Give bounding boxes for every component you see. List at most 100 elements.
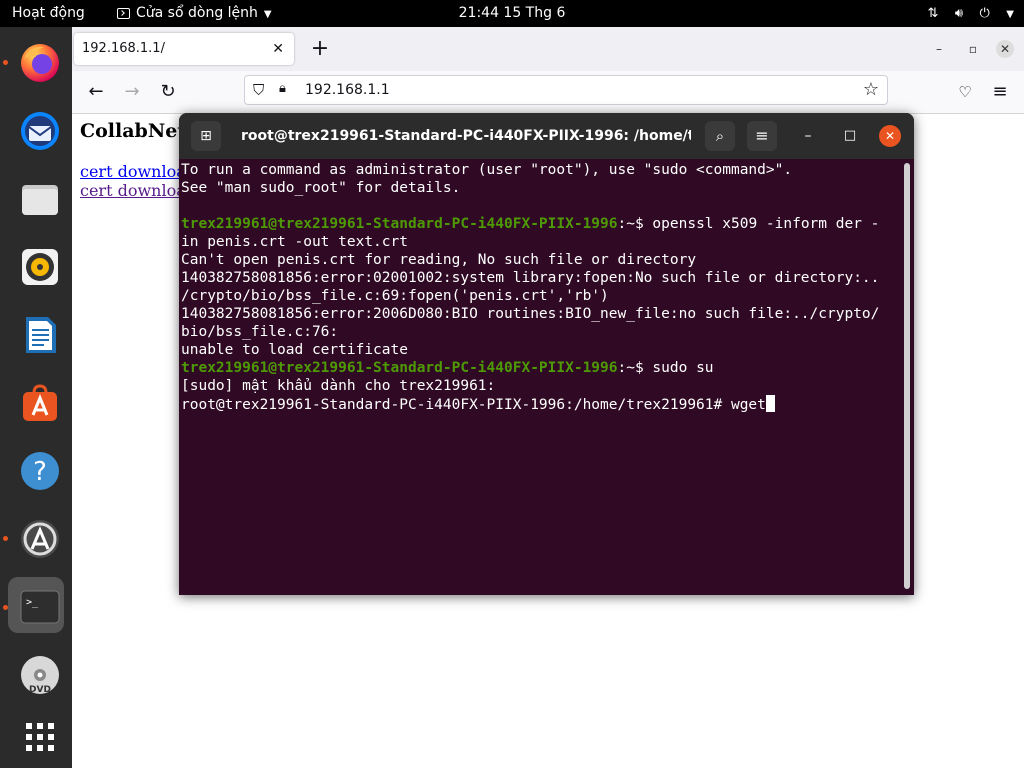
svg-text:DVD: DVD — [29, 685, 51, 695]
terminal-line-text: unable to load certificate — [181, 342, 408, 358]
shield-icon[interactable]: ⛉ — [253, 81, 264, 99]
dock-dvd[interactable]: DVD — [8, 647, 64, 703]
reload-button[interactable]: ↻ — [155, 79, 181, 105]
terminal-line-text: To run a command as administrator (user … — [181, 162, 793, 178]
prompt-separator: :~$ — [617, 216, 653, 232]
dock-rhythmbox[interactable] — [8, 239, 64, 295]
app-menu-label: Cửa sổ dòng lệnh — [136, 5, 258, 21]
dock-thunderbird[interactable] — [8, 103, 64, 159]
navigation-toolbar: ← → ↻ ⛉ 🔒︎ 192.168.1.1 ☆ ♡ ≡ — [72, 71, 1024, 114]
thunderbird-icon — [21, 112, 59, 150]
firefox-icon — [21, 44, 59, 82]
terminal-line-text: sudo su — [652, 360, 714, 376]
terminal-line: /crypto/bio/bss_file.c:69:fopen('penis.c… — [181, 287, 901, 305]
scrollbar[interactable] — [904, 163, 910, 589]
dock: ? >_ DVD — [0, 27, 72, 768]
maximize-button[interactable]: □ — [839, 125, 861, 147]
minimize-button[interactable]: – — [797, 125, 819, 147]
top-bar: Hoạt động Cửa sổ dòng lệnh ▼ 21:44 15 Thg… — [0, 0, 1024, 27]
terminal-line: in penis.crt -out text.crt — [181, 233, 901, 251]
tab-bar: 192.168.1.1/ ✕ + – ▫ ✕ — [72, 27, 1024, 71]
terminal-line-text: bio/bss_file.c:76: — [181, 324, 339, 340]
terminal-line-text: in penis.crt -out text.crt — [181, 234, 408, 250]
updater-icon — [21, 520, 59, 558]
terminal-line: unable to load certificate — [181, 341, 901, 359]
bookmark-star-icon[interactable]: ☆ — [863, 79, 879, 100]
terminal-title: root@trex219961-Standard-PC-i440FX-PIIX-… — [241, 128, 691, 144]
files-icon — [22, 185, 58, 215]
svg-text:?: ? — [33, 457, 47, 487]
terminal-line-text: [sudo] mật khẩu dành cho trex219961: — [181, 378, 496, 394]
pocket-icon[interactable]: ♡ — [952, 79, 978, 105]
dock-files[interactable] — [8, 171, 64, 227]
terminal-line: trex219961@trex219961-Standard-PC-i440FX… — [181, 359, 901, 377]
terminal-line: bio/bss_file.c:76: — [181, 323, 901, 341]
power-icon[interactable]: ⏻ — [980, 0, 990, 27]
dock-writer[interactable] — [8, 307, 64, 363]
chevron-down-icon[interactable]: ▼ — [1006, 1, 1014, 28]
software-icon — [23, 384, 57, 421]
minimize-button[interactable]: – — [930, 40, 948, 58]
url-bar[interactable]: ⛉ 🔒︎ 192.168.1.1 ☆ — [244, 75, 888, 105]
writer-icon — [26, 317, 56, 353]
hamburger-menu-icon[interactable]: ≡ — [747, 121, 777, 151]
prompt-separator: :~$ — [617, 360, 653, 376]
clock[interactable]: 21:44 15 Thg 6 — [459, 5, 566, 21]
system-tray[interactable]: ⇅ 🔊︎ ⏻ ▼ — [916, 0, 1014, 27]
rhythmbox-icon — [22, 249, 58, 285]
dock-help[interactable]: ? — [8, 443, 64, 499]
page-heading: CollabNet — [80, 120, 187, 142]
terminal-headerbar[interactable]: ⊞ root@trex219961-Standard-PC-i440FX-PII… — [179, 113, 914, 159]
terminal-line-text: 140382758081856:error:2006D080:BIO routi… — [181, 306, 880, 322]
terminal-line-text: /crypto/bio/bss_file.c:69:fopen('penis.c… — [181, 288, 609, 304]
app-grid-icon — [26, 723, 54, 751]
show-applications[interactable] — [8, 709, 64, 765]
lock-icon[interactable]: 🔒︎ — [279, 81, 286, 96]
terminal-line: [sudo] mật khẩu dành cho trex219961: — [181, 377, 901, 395]
dock-software[interactable] — [8, 375, 64, 431]
dock-software-updater[interactable] — [8, 511, 64, 567]
chevron-down-icon: ▼ — [263, 9, 272, 20]
text-cursor — [765, 395, 775, 412]
svg-text:>_: >_ — [26, 597, 39, 608]
terminal-icon: >_ — [20, 590, 60, 624]
terminal-window: ⊞ root@trex219961-Standard-PC-i440FX-PII… — [179, 113, 914, 595]
terminal-output[interactable]: To run a command as administrator (user … — [181, 161, 901, 591]
new-tab-icon[interactable]: ⊞ — [191, 121, 221, 151]
terminal-line: root@trex219961-Standard-PC-i440FX-PIIX-… — [181, 395, 901, 413]
dvd-icon: DVD — [21, 656, 59, 695]
terminal-line: Can't open penis.crt for reading, No suc… — [181, 251, 901, 269]
menu-button[interactable]: ≡ — [987, 79, 1013, 105]
url-text[interactable]: 192.168.1.1 — [305, 76, 390, 104]
volume-icon[interactable]: 🔊︎ — [955, 0, 963, 27]
terminal-line: trex219961@trex219961-Standard-PC-i440FX… — [181, 215, 901, 233]
terminal-line: See "man sudo_root" for details. — [181, 179, 901, 197]
close-window-button[interactable]: ✕ — [996, 40, 1014, 58]
dock-terminal[interactable]: >_ — [8, 577, 64, 633]
tab-current[interactable]: 192.168.1.1/ ✕ — [74, 33, 294, 65]
search-icon[interactable]: ⌕ — [705, 121, 735, 151]
help-icon: ? — [21, 452, 59, 490]
activities-button[interactable]: Hoạt động — [12, 0, 85, 27]
terminal-line-text: See "man sudo_root" for details. — [181, 180, 461, 196]
back-button[interactable]: ← — [83, 79, 109, 105]
prompt-user: trex219961@trex219961-Standard-PC-i440FX… — [181, 360, 618, 376]
terminal-line-text: openssl x509 -inform der - — [652, 216, 880, 232]
tab-title: 192.168.1.1/ — [82, 41, 165, 56]
dock-firefox[interactable] — [8, 35, 64, 91]
close-icon[interactable]: ✕ — [272, 33, 284, 65]
prompt-user: trex219961@trex219961-Standard-PC-i440FX… — [181, 216, 618, 232]
terminal-line: To run a command as administrator (user … — [181, 161, 901, 179]
terminal-line: 140382758081856:error:02001002:system li… — [181, 269, 901, 287]
app-menu[interactable]: Cửa sổ dòng lệnh ▼ — [117, 0, 272, 27]
terminal-line-text: 140382758081856:error:02001002:system li… — [181, 270, 880, 286]
new-tab-button[interactable]: + — [306, 35, 334, 63]
maximize-button[interactable]: ▫ — [964, 40, 982, 58]
forward-button[interactable]: → — [119, 79, 145, 105]
network-icon[interactable]: ⇅ — [928, 0, 939, 27]
terminal-line: 140382758081856:error:2006D080:BIO routi… — [181, 305, 901, 323]
terminal-small-icon — [117, 8, 130, 19]
close-button[interactable]: ✕ — [879, 125, 901, 147]
terminal-line-text: root@trex219961-Standard-PC-i440FX-PIIX-… — [181, 397, 766, 413]
